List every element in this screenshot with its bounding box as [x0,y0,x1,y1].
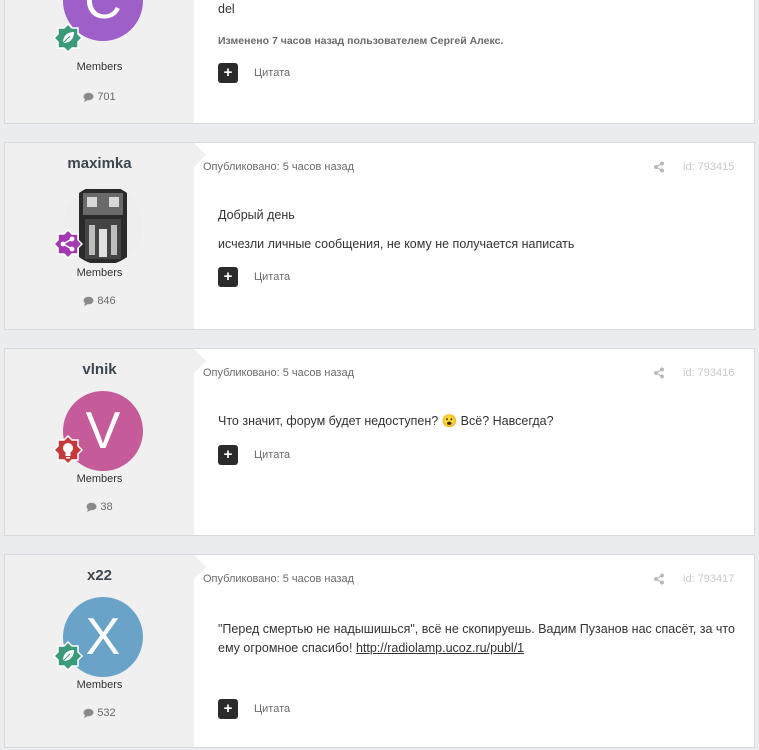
member-group: Members [76,61,123,73]
post-id[interactable]: id: 793415 [683,161,734,173]
author-panel: maximka Members 846 [5,143,194,329]
post-count-value: 701 [97,91,116,103]
post-date[interactable]: Опубликовано: 5 часов назад [203,573,354,585]
author-name[interactable]: x22 [5,567,194,584]
comment-icon [83,92,94,102]
member-group: Members [76,473,123,485]
post-count: 846 [5,295,194,307]
quote-add-button[interactable]: + [218,699,238,719]
post-count: 532 [5,707,194,719]
quote-add-button[interactable]: + [218,63,238,83]
author-panel: С Members 701 [5,0,194,123]
post-id[interactable]: id: 793417 [683,573,734,585]
post-body-line: ему огромное спасибо! http://radiolamp.u… [218,638,524,659]
post-count-value: 532 [97,707,116,719]
quote-add-button[interactable]: + [218,267,238,287]
member-group: Members [76,267,123,279]
post-body-line: Добрый день [218,208,295,222]
share-icon[interactable] [653,161,665,173]
post-id[interactable]: id: 793416 [683,367,734,379]
leaf-icon [53,641,83,671]
post-body-line: del [218,2,235,16]
share-icon[interactable] [653,367,665,379]
author-panel: x22 X Members 532 [5,555,194,747]
post: x22 X Members 532 Опубликовано: 5 часов … [4,554,755,748]
leaf-icon [53,23,83,53]
post-count: 701 [5,91,194,103]
comment-icon [83,708,94,718]
post: vlnik V Members 38 Опубликовано: 5 часов… [4,348,755,536]
post-date[interactable]: Опубликовано: 5 часов назад [203,161,354,173]
comment-icon [86,502,97,512]
post-body-line: Что значит, форум будет недоступен? 😮 Вс… [218,414,554,428]
author-name[interactable]: vlnik [5,361,194,378]
edited-note: Изменено 7 часов назад пользователем Сер… [218,35,504,47]
post-count-value: 38 [100,501,113,513]
author-panel: vlnik V Members 38 [5,349,194,535]
quote-button[interactable]: Цитата [254,449,290,461]
post-date[interactable]: Опубликовано: 5 часов назад [203,367,354,379]
quote-add-button[interactable]: + [218,445,238,465]
post-count: 38 [5,501,194,513]
lightbulb-icon [53,435,83,465]
post-body-line: исчезли личные сообщения, не кому не пол… [218,237,575,251]
post-body-line: "Перед смертью не надышишься", всё не ск… [218,622,735,636]
share-icon[interactable] [653,573,665,585]
post: maximka Members 846 Опубликовано: 5 часо… [4,142,755,330]
post: С Members 701 del Изменено 7 часов назад… [4,0,755,124]
member-group: Members [76,679,123,691]
author-name[interactable]: maximka [5,155,194,172]
post-link[interactable]: http://radiolamp.ucoz.ru/publ/1 [356,641,524,655]
post-count-value: 846 [97,295,116,307]
share-nodes-icon [53,229,83,259]
quote-button[interactable]: Цитата [254,703,290,715]
post-body-text: ему огромное спасибо! [218,641,356,655]
quote-button[interactable]: Цитата [254,67,290,79]
quote-button[interactable]: Цитата [254,271,290,283]
comment-icon [83,296,94,306]
